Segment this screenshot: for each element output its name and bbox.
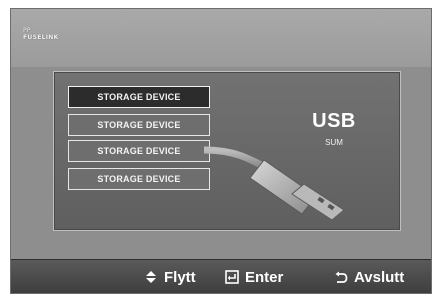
device-type-subtitle: SUM xyxy=(325,138,343,147)
app-logo: PP FUSELINK xyxy=(23,27,103,41)
device-list-item[interactable]: STORAGE DEVICE xyxy=(68,168,210,190)
up-down-arrows-icon xyxy=(146,271,156,283)
device-item-label: STORAGE DEVICE xyxy=(97,146,181,156)
return-icon xyxy=(335,271,348,283)
device-item-label: STORAGE DEVICE xyxy=(97,92,181,102)
device-list-item[interactable]: STORAGE DEVICE xyxy=(68,114,210,136)
tv-screen: PP FUSELINK STORAGE DEVICE STORAGE DEVIC… xyxy=(10,8,432,294)
content-panel: STORAGE DEVICE STORAGE DEVICE STORAGE DE… xyxy=(53,71,401,231)
device-type-title: USB xyxy=(312,110,356,132)
header-band: PP FUSELINK xyxy=(11,9,431,67)
move-hint: Flytt xyxy=(144,267,196,287)
device-list: STORAGE DEVICE STORAGE DEVICE STORAGE DE… xyxy=(68,86,210,194)
device-item-label: STORAGE DEVICE xyxy=(97,174,181,184)
enter-icon xyxy=(225,270,239,284)
enter-hint: Enter xyxy=(225,267,283,287)
footer-help-bar: Flytt Enter Avslutt xyxy=(11,259,431,293)
device-item-label: STORAGE DEVICE xyxy=(97,120,181,130)
app-logo-line1: PP xyxy=(23,27,31,34)
exit-hint: Avslutt xyxy=(334,267,404,287)
device-list-item[interactable]: STORAGE DEVICE xyxy=(68,86,210,108)
app-logo-line2: FUSELINK xyxy=(23,34,59,41)
device-list-item[interactable]: STORAGE DEVICE xyxy=(68,140,210,162)
move-hint-label: Flytt xyxy=(164,268,196,286)
usb-connector-illustration xyxy=(204,146,345,220)
enter-hint-label: Enter xyxy=(245,268,284,286)
exit-hint-label: Avslutt xyxy=(354,268,405,286)
